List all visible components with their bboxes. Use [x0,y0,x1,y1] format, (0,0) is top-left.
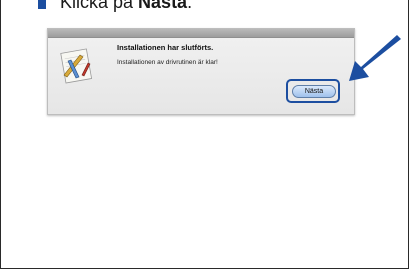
instruction-text: Klicka på Nästa. [60,0,192,13]
dialog-titlebar [48,29,354,38]
instruction-target: Nästa [138,0,188,12]
instruction-row: Klicka på Nästa. [38,0,192,13]
installer-icon [60,48,93,84]
dialog-message: Installationen av drivrutinen är klar! [117,59,218,66]
step-marker [38,0,46,9]
instruction-suffix: . [187,0,193,12]
next-button[interactable]: Nästa [292,85,336,98]
pointer-arrow-icon [349,35,401,81]
instruction-prefix: Klicka på [60,0,139,12]
dialog-heading: Installationen har slutförts. [117,43,214,52]
